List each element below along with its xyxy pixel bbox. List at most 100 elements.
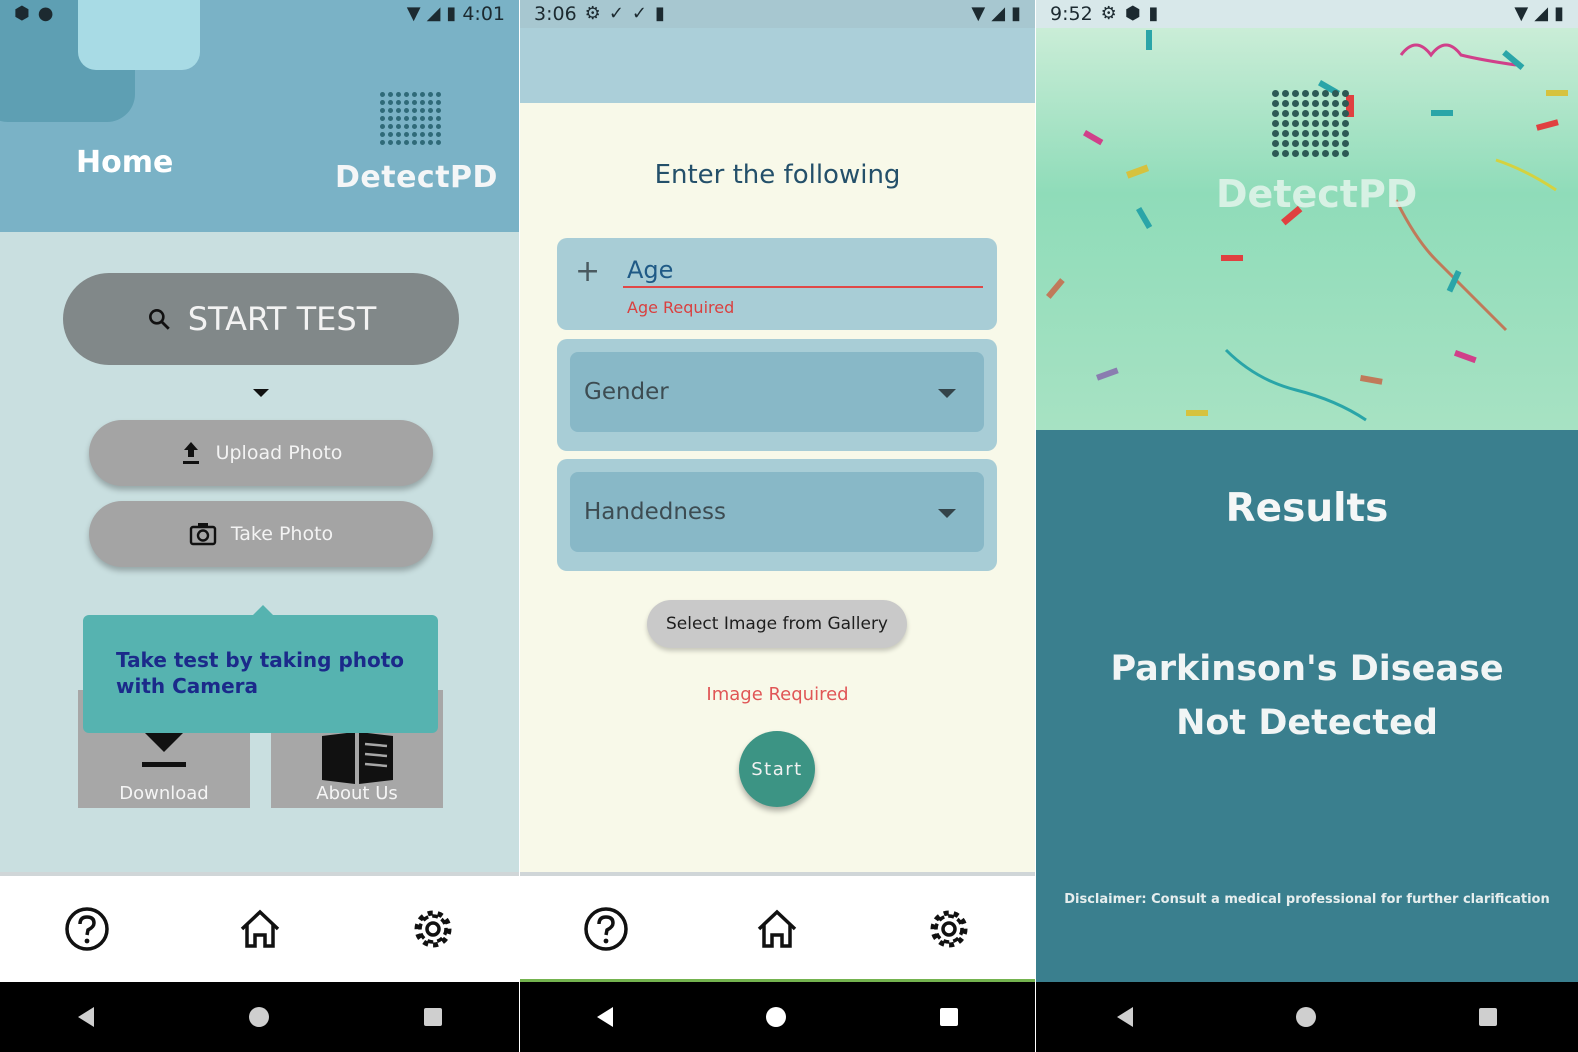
logo-dot [1302, 120, 1309, 127]
logo-dot [388, 140, 393, 145]
logo-dot [420, 124, 425, 129]
logo-dot [1342, 110, 1349, 117]
back-icon[interactable] [77, 1007, 94, 1027]
home-icon[interactable] [753, 905, 801, 953]
recents-icon[interactable] [1478, 1008, 1497, 1026]
logo-dot [1272, 90, 1279, 97]
settings-icon[interactable] [925, 905, 973, 953]
brand-name: DetectPD [1216, 172, 1418, 216]
wifi-icon: ▼ [971, 3, 986, 24]
logo-dot [1292, 140, 1299, 147]
logo-dot [404, 116, 409, 121]
logo-dot [380, 124, 385, 129]
logo-dot [1272, 120, 1279, 127]
logo-dot [420, 100, 425, 105]
logo-dot [1312, 140, 1319, 147]
logo-dot [428, 100, 433, 105]
gender-select[interactable]: Gender [570, 352, 984, 432]
signal-icon: ◢ [991, 3, 1006, 24]
logo-dot [412, 132, 417, 137]
logo-dot [428, 140, 433, 145]
logo-dot [428, 124, 433, 129]
back-icon[interactable] [1117, 1007, 1134, 1027]
logo-dot [1322, 100, 1329, 107]
logo-dot [404, 100, 409, 105]
home-icon[interactable] [236, 905, 284, 953]
take-photo-button[interactable]: Take Photo [89, 501, 433, 567]
logo-dot [428, 92, 433, 97]
book-icon [322, 732, 393, 784]
logo-dot [1342, 100, 1349, 107]
logo-dot [1322, 90, 1329, 97]
signal-icon: ◢ [426, 3, 441, 24]
logo-dot [380, 140, 385, 145]
back-icon[interactable] [596, 1007, 613, 1027]
logo-dot [404, 124, 409, 129]
home-circle-icon[interactable] [248, 1007, 269, 1027]
start-button[interactable]: Start [739, 731, 815, 807]
gear-icon: ⚙ [584, 3, 601, 24]
logo-dot [404, 108, 409, 113]
logo-dot [1332, 150, 1339, 157]
logo-dot [436, 124, 441, 129]
handedness-select[interactable]: Handedness [570, 472, 984, 552]
age-input[interactable]: Age [627, 256, 673, 284]
logo-dot [1292, 110, 1299, 117]
logo-dot [1322, 140, 1329, 147]
gender-card: Gender [557, 339, 997, 451]
gear-icon: ⚙ [1100, 3, 1117, 24]
upload-photo-button[interactable]: Upload Photo [89, 420, 433, 486]
logo-dot [436, 132, 441, 137]
logo-dot [1332, 140, 1339, 147]
logo-dot [412, 100, 417, 105]
logo-dot [388, 116, 393, 121]
diagnosis-result: Parkinson's Disease Not Detected [1076, 642, 1538, 750]
form-screen: 3:06 ⚙ ✓ ✓ ▮ ▼ ◢ ▮ Enter the following +… [520, 0, 1035, 1052]
wifi-icon: ▼ [1514, 3, 1529, 24]
logo-dot [388, 100, 393, 105]
logo-dot [380, 116, 385, 121]
help-icon[interactable] [63, 905, 111, 953]
home-circle-icon[interactable] [766, 1007, 787, 1027]
upload-photo-label: Upload Photo [215, 442, 343, 464]
logo-dot [1312, 100, 1319, 107]
recents-icon[interactable] [423, 1008, 442, 1026]
logo-dot [404, 140, 409, 145]
logo-dot [428, 116, 433, 121]
logo-dot [412, 124, 417, 129]
wifi-icon: ▼ [406, 3, 421, 24]
logo-dot [380, 92, 385, 97]
battery-icon: ▮ [1011, 3, 1021, 24]
image-error: Image Required [706, 684, 849, 705]
home-header: Home DetectPD [0, 0, 519, 232]
logo-dot [1322, 150, 1329, 157]
logo-dot [380, 132, 385, 137]
recents-icon[interactable] [940, 1008, 959, 1026]
logo-dot [1302, 130, 1309, 137]
logo-dot [1282, 130, 1289, 137]
chevron-down-icon [938, 389, 956, 398]
brand-name: DetectPD [335, 160, 498, 195]
logo-dot [1322, 120, 1329, 127]
shield-icon: ⬢ [1124, 3, 1141, 24]
logo-dot [428, 132, 433, 137]
logo-dot [396, 92, 401, 97]
gender-label: Gender [584, 379, 669, 405]
logo-dot [436, 116, 441, 121]
start-test-button[interactable]: START TEST [63, 273, 459, 365]
logo-dot [1332, 120, 1339, 127]
check-icon: ✓ [631, 3, 647, 24]
logo-dot [1272, 150, 1279, 157]
upload-icon [182, 442, 199, 464]
logo-dot [1282, 140, 1289, 147]
logo-dot [420, 140, 425, 145]
page-title: Enter the following [654, 160, 901, 190]
status-time: 4:01 [462, 3, 505, 25]
logo-dot [1282, 100, 1289, 107]
help-icon[interactable] [582, 905, 630, 953]
select-image-button[interactable]: Select Image from Gallery [647, 600, 907, 648]
home-circle-icon[interactable] [1295, 1007, 1316, 1027]
plus-icon: + [575, 254, 601, 289]
logo-dot [420, 132, 425, 137]
settings-icon[interactable] [409, 905, 457, 953]
